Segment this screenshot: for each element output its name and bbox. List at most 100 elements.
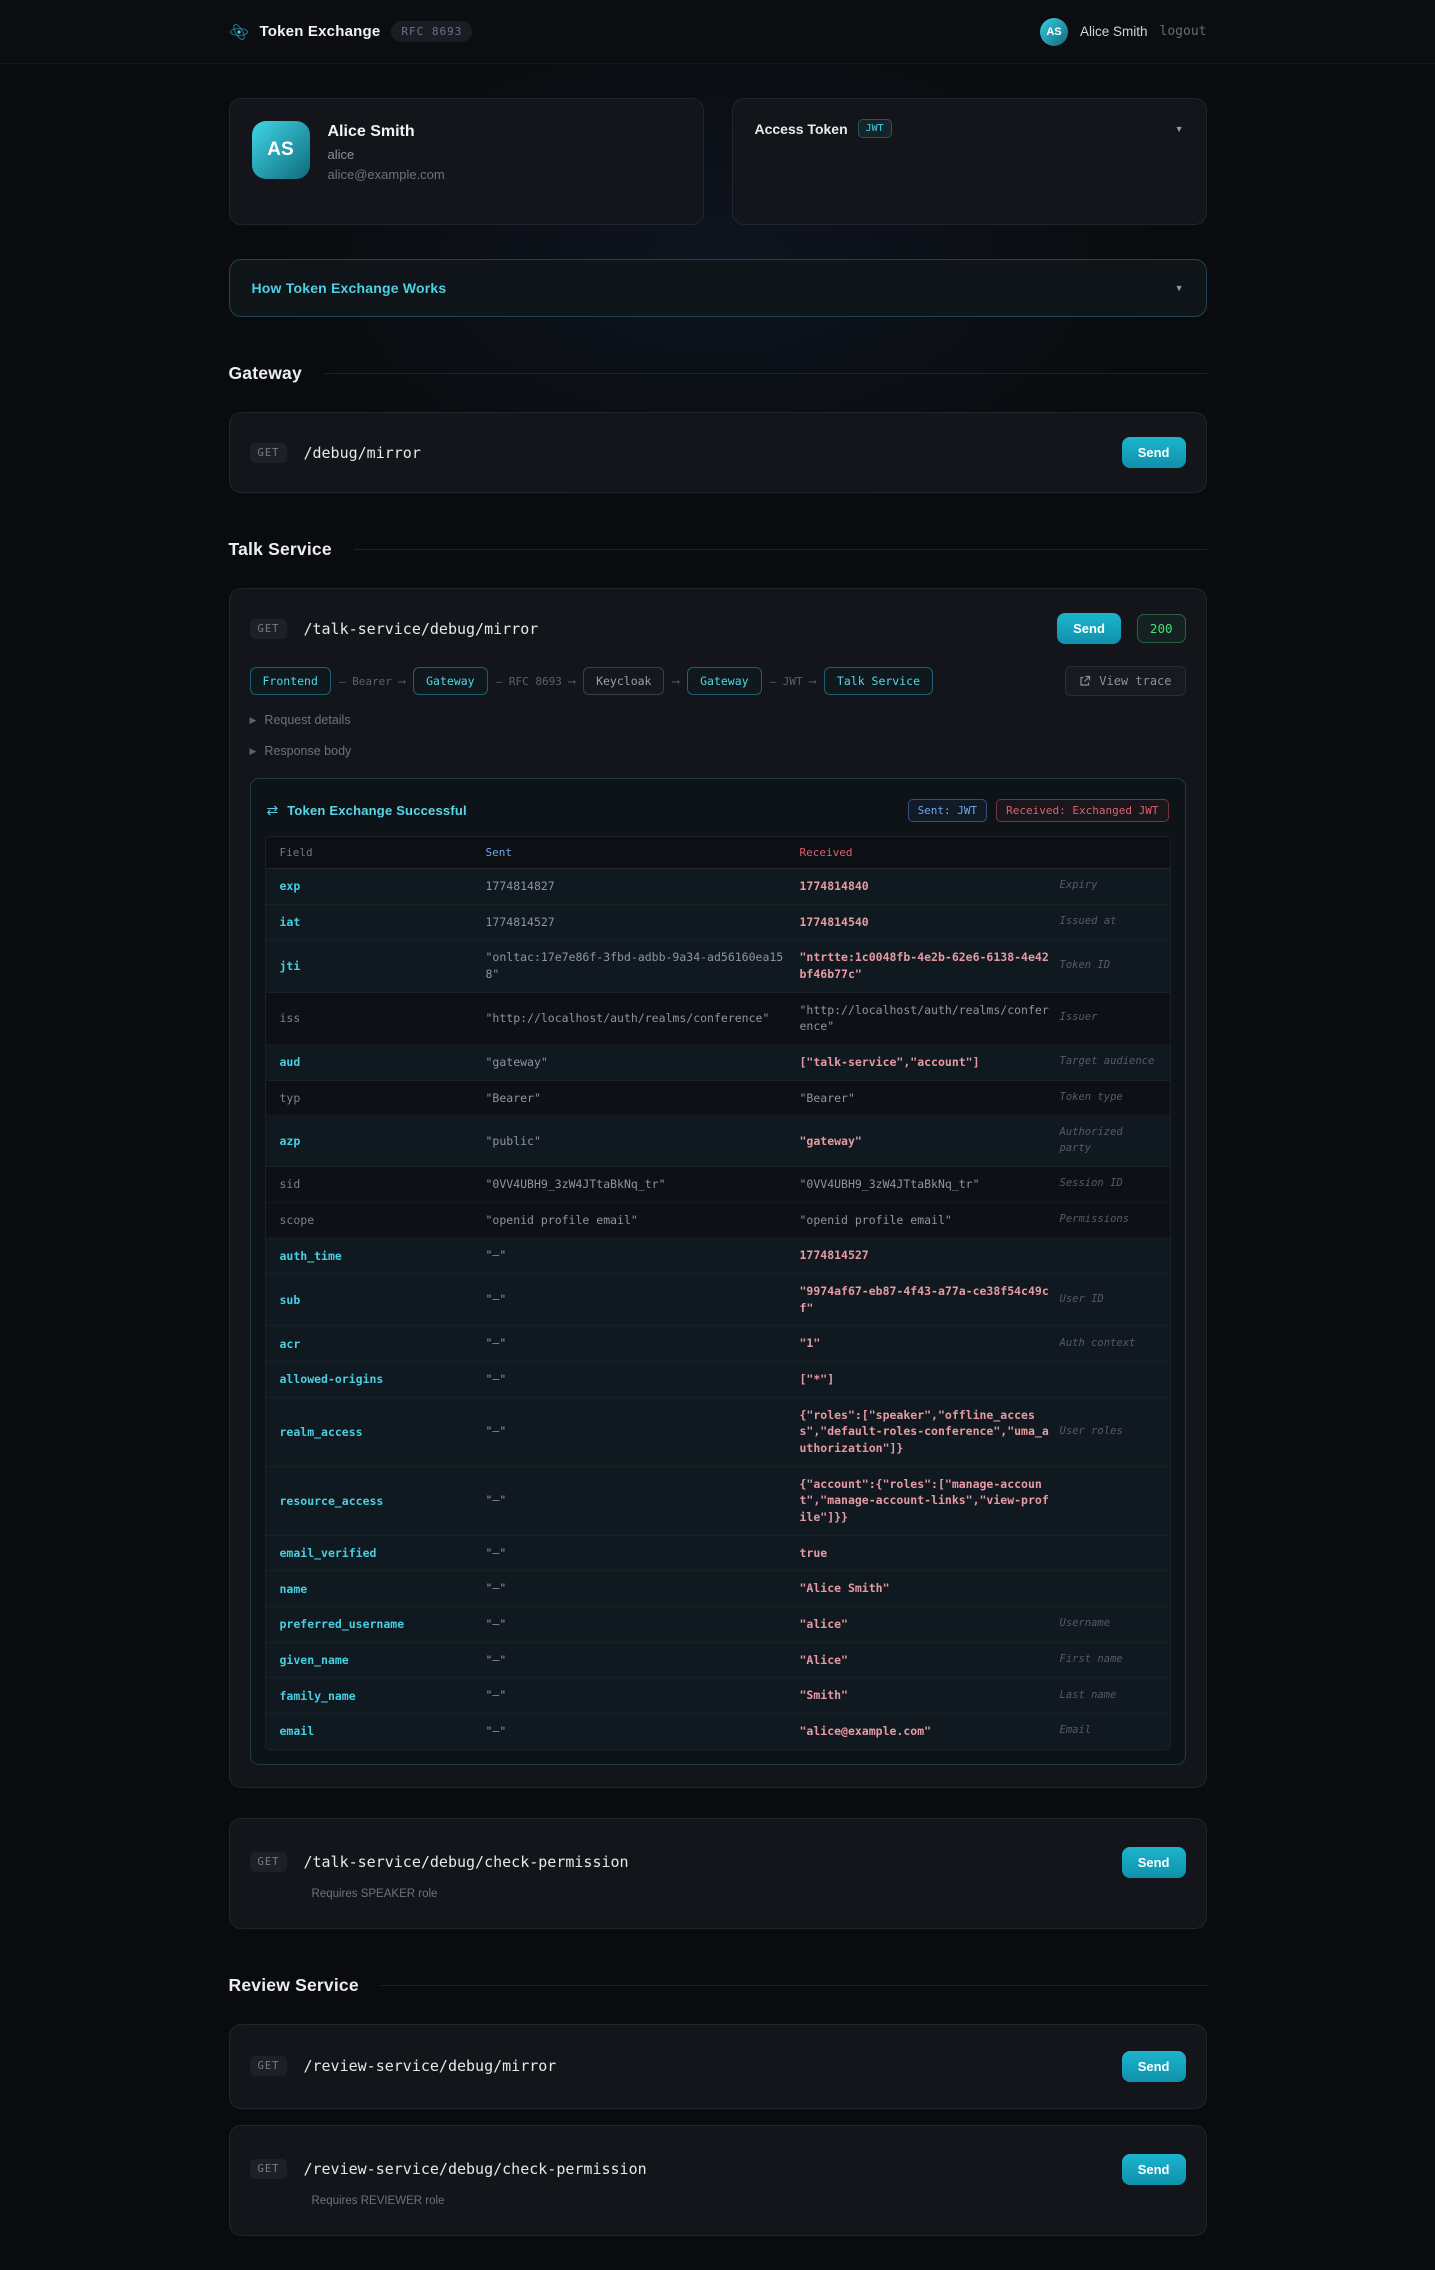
method-badge: GET [249, 1852, 288, 1873]
claim-received-value: "1" [799, 1336, 821, 1351]
claim-note: Token type [1059, 1091, 1123, 1104]
claim-sent-value: "onltac:17e7e86f-3fbd-adbb-9a34-ad56160e… [485, 950, 784, 982]
claim-field: acr [279, 1336, 301, 1351]
claim-field: auth_time [279, 1248, 342, 1263]
claim-sent-value: "–" [485, 1493, 507, 1508]
user-avatar: AS [251, 121, 310, 179]
claims-table-body: exp 1774814827 1774814840 Expiry iat 177… [265, 869, 1170, 1749]
claim-received-value: "Alice Smith" [799, 1581, 890, 1596]
request-details-toggle[interactable]: ▶ Request details [250, 713, 1186, 727]
section-review-service: Review Service [229, 1975, 1207, 1996]
claim-note: Expiry [1059, 879, 1098, 892]
send-button[interactable]: Send [1121, 2153, 1186, 2185]
claim-sent-value: "gateway" [485, 1055, 548, 1070]
method-badge: GET [249, 618, 288, 639]
claim-field: email [279, 1724, 315, 1739]
claim-received-value: 1774814540 [799, 914, 869, 929]
claim-field: scope [279, 1212, 315, 1227]
claim-field: name [279, 1581, 308, 1596]
claim-sent-value: "–" [485, 1688, 507, 1703]
claim-field: azp [279, 1134, 301, 1149]
claim-field: exp [279, 879, 301, 894]
claim-field: realm_access [279, 1424, 363, 1439]
request-details-label: Request details [264, 713, 351, 727]
claim-sent-value: "–" [485, 1424, 507, 1439]
claim-note: Permissions [1059, 1213, 1130, 1225]
claim-sent-value: "–" [485, 1336, 507, 1351]
table-row: preferred_username "–" "alice" Username [265, 1606, 1170, 1643]
send-button[interactable]: Send [1121, 1846, 1186, 1878]
claim-received-value: 1774814840 [799, 879, 869, 893]
claim-received-value: "Bearer" [799, 1090, 855, 1105]
access-token-card[interactable]: Access Token JWT ▼ [731, 98, 1207, 225]
table-row: email "–" "alice@example.com" Email [265, 1713, 1170, 1749]
table-row: given_name "–" "Alice" First name [265, 1642, 1170, 1679]
claim-sent-value: "–" [485, 1652, 507, 1667]
claim-sent-value: "0VV4UBH9_3zW4JTtaBkNq_tr" [485, 1176, 666, 1191]
claim-note: Authorized party [1059, 1126, 1123, 1155]
claim-note: First name [1059, 1653, 1123, 1666]
triangle-right-icon: ▶ [249, 745, 257, 756]
section-title-gateway: Gateway [228, 363, 302, 383]
claim-field: aud [279, 1055, 301, 1070]
divider [380, 1984, 1207, 1986]
claim-received-value: true [799, 1545, 828, 1560]
how-it-works-card[interactable]: How Token Exchange Works ▼ [228, 259, 1207, 317]
table-row: sid "0VV4UBH9_3zW4JTtaBkNq_tr" "0VV4UBH9… [266, 1167, 1170, 1203]
user-name: Alice Smith [327, 123, 415, 140]
table-row: allowed-origins "–" ["*"] [265, 1361, 1170, 1398]
chevron-down-icon[interactable]: ▼ [1175, 283, 1184, 293]
exchange-arrows-icon: ⇄ [266, 802, 279, 818]
section-gateway: Gateway [229, 363, 1207, 384]
access-token-title: Access Token [754, 120, 848, 137]
claim-field: email_verified [279, 1545, 377, 1560]
chevron-down-icon[interactable]: ▼ [1175, 124, 1184, 134]
claims-table-header: Field Sent Received [265, 837, 1170, 869]
claim-sent-value: "–" [485, 1545, 507, 1560]
claim-sent-value: "–" [485, 1292, 507, 1307]
avatar: AS [1040, 17, 1068, 46]
claim-note: Target audience [1059, 1055, 1155, 1068]
view-trace-button[interactable]: View trace [1065, 666, 1186, 696]
flow-node-talk-service: Talk Service [823, 667, 934, 695]
claim-received-value: "openid profile email" [799, 1212, 952, 1227]
flow-node-keycloak: Keycloak [583, 667, 665, 695]
claim-sent-value: "–" [485, 1616, 507, 1631]
claim-received-value: "http://localhost/auth/realms/conference… [799, 1002, 1049, 1034]
claim-note: Auth context [1059, 1336, 1136, 1349]
table-row: typ "Bearer" "Bearer" Token type [266, 1081, 1170, 1117]
response-body-toggle[interactable]: ▶ Response body [250, 744, 1186, 758]
claim-field: family_name [279, 1688, 356, 1703]
send-button[interactable]: Send [1057, 613, 1121, 644]
user-username: alice [327, 147, 355, 162]
sent-jwt-badge: Sent: JWT [907, 799, 988, 822]
table-row: auth_time "–" 1774814527 [265, 1238, 1170, 1274]
claim-sent-value: "–" [485, 1248, 507, 1263]
claim-received-value: {"account":{"roles":["manage-account","m… [799, 1476, 1049, 1524]
claim-received-value: "Smith" [799, 1688, 848, 1703]
endpoint-card-review-check-permission: GET /review-service/debug/check-permissi… [228, 2124, 1207, 2236]
exchange-panel-title: Token Exchange Successful [287, 803, 467, 818]
endpoint-card-talk-mirror: GET /talk-service/debug/mirror Send 200 … [228, 588, 1207, 1788]
table-row: scope "openid profile email" "openid pro… [266, 1203, 1170, 1239]
claim-field: iss [279, 1011, 301, 1026]
flow-arrow: — Bearer ⟶ [338, 674, 406, 688]
status-badge: 200 [1136, 614, 1186, 643]
flow-arrow: — RFC 8693 ⟶ [495, 674, 576, 688]
claim-received-value: "gateway" [799, 1133, 862, 1148]
send-button[interactable]: Send [1121, 437, 1186, 468]
header-user-name: Alice Smith [1080, 24, 1148, 39]
table-row: family_name "–" "Smith" Last name [265, 1678, 1170, 1714]
how-it-works-title: How Token Exchange Works [251, 280, 447, 296]
rfc-badge: RFC 8693 [391, 21, 473, 42]
table-row: realm_access "–" {"roles":["speaker","of… [265, 1397, 1170, 1467]
atom-icon [229, 22, 249, 42]
section-talk-service: Talk Service [229, 539, 1207, 560]
user-card: AS Alice Smith alice alice@example.com [228, 98, 704, 225]
logout-link[interactable]: logout [1160, 24, 1207, 39]
claim-sent-value: "openid profile email" [485, 1212, 638, 1227]
send-button[interactable]: Send [1121, 2050, 1186, 2082]
claim-note: Session ID [1059, 1177, 1123, 1190]
table-row: email_verified "–" true [265, 1535, 1170, 1572]
claim-field: sub [279, 1292, 301, 1307]
